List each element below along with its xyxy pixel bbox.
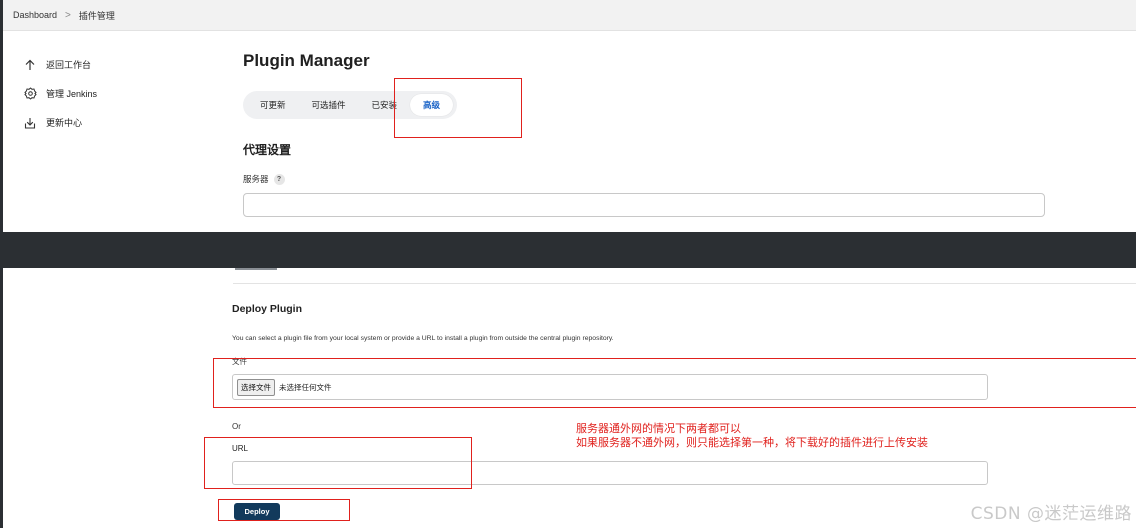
annotation-note-line-2: 如果服务器不通外网，则只能选择第一种，将下载好的插件进行上传安装 bbox=[576, 436, 928, 449]
annotation-note: 服务器通外网的情况下两者都可以 如果服务器不通外网，则只能选择第一种，将下载好的… bbox=[576, 422, 928, 450]
breadcrumb-dashboard-link[interactable]: Dashboard bbox=[13, 10, 57, 20]
download-icon bbox=[23, 116, 37, 130]
annotation-box-deploy-button bbox=[218, 499, 350, 521]
annotation-box-url bbox=[204, 437, 472, 489]
deploy-plugin-title: Deploy Plugin bbox=[232, 303, 303, 315]
sidebar-item-back-to-dashboard[interactable]: 返回工作台 bbox=[23, 50, 203, 79]
page-title: Plugin Manager bbox=[243, 51, 370, 70]
annotation-note-line-1: 服务器通外网的情况下两者都可以 bbox=[576, 422, 741, 435]
sidebar-item-label: 管理 Jenkins bbox=[46, 89, 98, 99]
annotation-box-advanced-tab bbox=[394, 78, 522, 138]
server-field-label: 服务器 ? bbox=[243, 173, 285, 185]
sidebar-item-label: 返回工作台 bbox=[46, 60, 92, 70]
sidebar-item-label: 更新中心 bbox=[46, 118, 83, 128]
sidebar-item-update-center[interactable]: 更新中心 bbox=[23, 108, 203, 137]
help-icon[interactable]: ? bbox=[273, 173, 285, 185]
plugin-manager-top-panel: Dashboard > 插件管理 返回工作台 管理 Jenkins 更新中心 P… bbox=[0, 0, 1136, 232]
proxy-settings-title: 代理设置 bbox=[243, 143, 292, 157]
server-input[interactable] bbox=[243, 193, 1045, 217]
watermark: CSDN @迷茫运维路 bbox=[970, 504, 1132, 524]
breadcrumb: Dashboard > 插件管理 bbox=[3, 0, 1136, 31]
section-divider bbox=[233, 283, 1136, 284]
deploy-plugin-panel: Deploy Plugin You can select a plugin fi… bbox=[0, 268, 1136, 528]
tab-updates[interactable]: 可更新 bbox=[247, 94, 299, 116]
deploy-plugin-description: You can select a plugin file from your l… bbox=[232, 335, 614, 342]
tab-available[interactable]: 可选插件 bbox=[299, 94, 359, 116]
sidebar: 返回工作台 管理 Jenkins 更新中心 bbox=[23, 50, 203, 137]
sidebar-item-manage-jenkins[interactable]: 管理 Jenkins bbox=[23, 79, 203, 108]
breadcrumb-current[interactable]: 插件管理 bbox=[79, 9, 115, 22]
arrow-up-icon bbox=[23, 58, 37, 72]
or-separator-text: Or bbox=[232, 422, 241, 431]
gear-icon bbox=[23, 87, 37, 101]
scroll-remnant-divider bbox=[235, 268, 277, 270]
annotation-box-file-upload bbox=[213, 358, 1136, 408]
server-label-text: 服务器 bbox=[243, 174, 269, 184]
breadcrumb-separator: > bbox=[65, 9, 71, 21]
